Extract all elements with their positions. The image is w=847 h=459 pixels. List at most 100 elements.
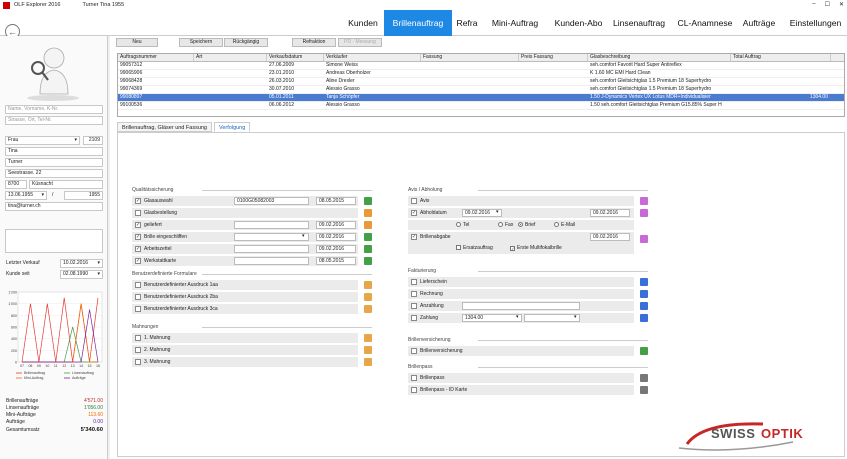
close-icon[interactable]: ✕	[839, 1, 844, 8]
city-field[interactable]: Küsnacht	[29, 180, 103, 189]
radio-option[interactable]: Brief	[518, 222, 535, 228]
customer-since-field[interactable]: 02.08.1990 ▾	[60, 270, 103, 279]
year-stepper[interactable]: 1955	[64, 191, 103, 200]
document-icon[interactable]	[640, 278, 648, 286]
radio-option[interactable]: Fax	[498, 222, 513, 228]
menu-3[interactable]: Mini-Auftrag	[484, 10, 546, 36]
handover-date-field[interactable]: 09.02.2016	[590, 233, 630, 241]
print-icon[interactable]	[640, 374, 648, 382]
checkbox[interactable]	[411, 375, 417, 381]
email-field[interactable]: tina@turner.ch	[5, 202, 103, 211]
payment-amount-field[interactable]: 1304.00	[462, 314, 522, 322]
last-sale-field[interactable]: 10.02.2016 ▾	[60, 259, 103, 268]
column-header[interactable]: Fassung	[421, 54, 519, 61]
menu-4[interactable]: Kunden-Abo	[548, 10, 609, 36]
column-header[interactable]: Art	[194, 54, 267, 61]
status-icon[interactable]	[364, 197, 372, 205]
column-header[interactable]: Glasbeschreibung	[588, 54, 731, 61]
payment-method-select[interactable]	[524, 314, 580, 322]
qs-text-field[interactable]	[234, 221, 309, 229]
menu-6[interactable]: CL-Anamnese	[674, 10, 736, 36]
menu-7[interactable]: Aufträge	[739, 10, 779, 36]
new-button[interactable]: Neu	[116, 38, 158, 47]
menu-0[interactable]: Kunden	[342, 10, 384, 36]
replacement-checkbox[interactable]: Ersatzauftrag	[456, 245, 493, 251]
tab-order-details[interactable]: Brillenauftrag, Gläser und Fassung	[117, 122, 212, 132]
menu-1[interactable]: Brillenauftrag	[384, 10, 452, 36]
birthdate-field[interactable]: 13.06.1955 ▾	[5, 191, 47, 200]
last-name-field[interactable]: Turner	[5, 158, 103, 167]
minimize-icon[interactable]: –	[812, 1, 815, 8]
qs-text-field[interactable]	[234, 257, 309, 265]
checkbox[interactable]: ✓	[411, 210, 417, 216]
qs-text-field[interactable]: 0100G05082003	[234, 197, 309, 205]
refraktion-button[interactable]: Refraktion	[292, 38, 336, 47]
menu-8[interactable]: Einstellungen	[784, 10, 847, 36]
checkbox[interactable]: ✓	[135, 258, 141, 264]
search-name-input[interactable]: Name, Vorname, K-Nr.	[8, 106, 58, 112]
table-row[interactable]: 99065906 23.01.2010 Andreas Oberholzer K 1.…	[118, 70, 844, 78]
qs-text-field[interactable]	[234, 233, 309, 241]
checkbox[interactable]: ✓	[135, 198, 141, 204]
checkbox[interactable]: ✓	[135, 234, 141, 240]
notes-field[interactable]	[5, 229, 103, 253]
street-field[interactable]: Seestrasse. 22	[5, 169, 103, 178]
checkbox[interactable]	[135, 294, 141, 300]
salutation-select[interactable]: Frau ▾	[5, 136, 80, 145]
insurance-icon[interactable]	[640, 347, 648, 355]
radio-option[interactable]: E-Mail	[554, 222, 575, 228]
checkbox[interactable]	[411, 303, 417, 309]
status-icon[interactable]	[364, 221, 372, 229]
table-row[interactable]: 99057312 27.06.2009 Simone Weiss seh.comfor…	[118, 62, 844, 70]
first-name-field[interactable]: Tina	[5, 147, 103, 156]
qs-text-field[interactable]	[234, 245, 309, 253]
print-icon[interactable]	[364, 346, 372, 354]
menu-2[interactable]: Refra	[452, 10, 482, 36]
document-icon[interactable]	[640, 290, 648, 298]
column-header[interactable]: Auftragsnummer	[118, 54, 194, 61]
checkbox[interactable]	[411, 198, 417, 204]
checkbox[interactable]	[411, 348, 417, 354]
status-icon[interactable]	[364, 233, 372, 241]
checkbox[interactable]	[135, 335, 141, 341]
column-header[interactable]: Verkaufsdatum	[267, 54, 324, 61]
checkbox[interactable]: ✓	[135, 246, 141, 252]
status-icon[interactable]	[364, 257, 372, 265]
column-header[interactable]: Preis Fassung	[519, 54, 588, 61]
column-header[interactable]: Verkäufer	[324, 54, 421, 61]
document-icon[interactable]	[640, 302, 648, 310]
qs-date-field[interactable]: 08.05.2015	[316, 197, 356, 205]
checkbox[interactable]: ✓	[135, 222, 141, 228]
checkbox[interactable]	[411, 279, 417, 285]
menu-5[interactable]: Linsenauftrag	[610, 10, 668, 36]
save-button[interactable]: Speichern	[179, 38, 223, 47]
checkbox[interactable]	[135, 306, 141, 312]
checkbox[interactable]: ✓	[411, 234, 417, 240]
table-row[interactable]: 99100536 06.06.2012 Alessio Grasso 1.50 seh…	[118, 102, 844, 110]
print-icon[interactable]	[364, 334, 372, 342]
qs-date-field[interactable]: 09.02.2016	[316, 233, 356, 241]
deposit-field[interactable]	[462, 302, 580, 310]
pickup-icon[interactable]	[640, 209, 648, 217]
zip-field[interactable]: 8700	[5, 180, 27, 189]
print-icon[interactable]	[364, 293, 372, 301]
print-icon[interactable]	[364, 305, 372, 313]
column-header[interactable]: Total Auftrag	[731, 54, 831, 61]
qs-date-field[interactable]: 09.02.2016	[316, 221, 356, 229]
avis-icon[interactable]	[640, 197, 648, 205]
undo-button[interactable]: Rückgängig	[224, 38, 268, 47]
tab-tracking[interactable]: Verfolgung	[214, 122, 251, 132]
status-icon[interactable]	[364, 209, 372, 217]
checkbox[interactable]	[135, 210, 141, 216]
table-row[interactable]: 99080897 05.01.2011 Tanja Schöpfer 1.50 J-D…	[118, 94, 844, 102]
qs-date-field[interactable]: 08.05.2015	[316, 257, 356, 265]
checkbox[interactable]	[411, 315, 417, 321]
checkbox[interactable]	[411, 291, 417, 297]
print-icon[interactable]	[364, 358, 372, 366]
status-icon[interactable]	[364, 245, 372, 253]
table-row[interactable]: 99068428 26.03.2010 Aline Drexler seh.comfo…	[118, 78, 844, 86]
search-address-input[interactable]: Strasse, Ort, Tel-Nr.	[8, 117, 52, 123]
radio-option[interactable]: Tel	[456, 222, 469, 228]
document-icon[interactable]	[640, 314, 648, 322]
checkbox[interactable]	[135, 282, 141, 288]
